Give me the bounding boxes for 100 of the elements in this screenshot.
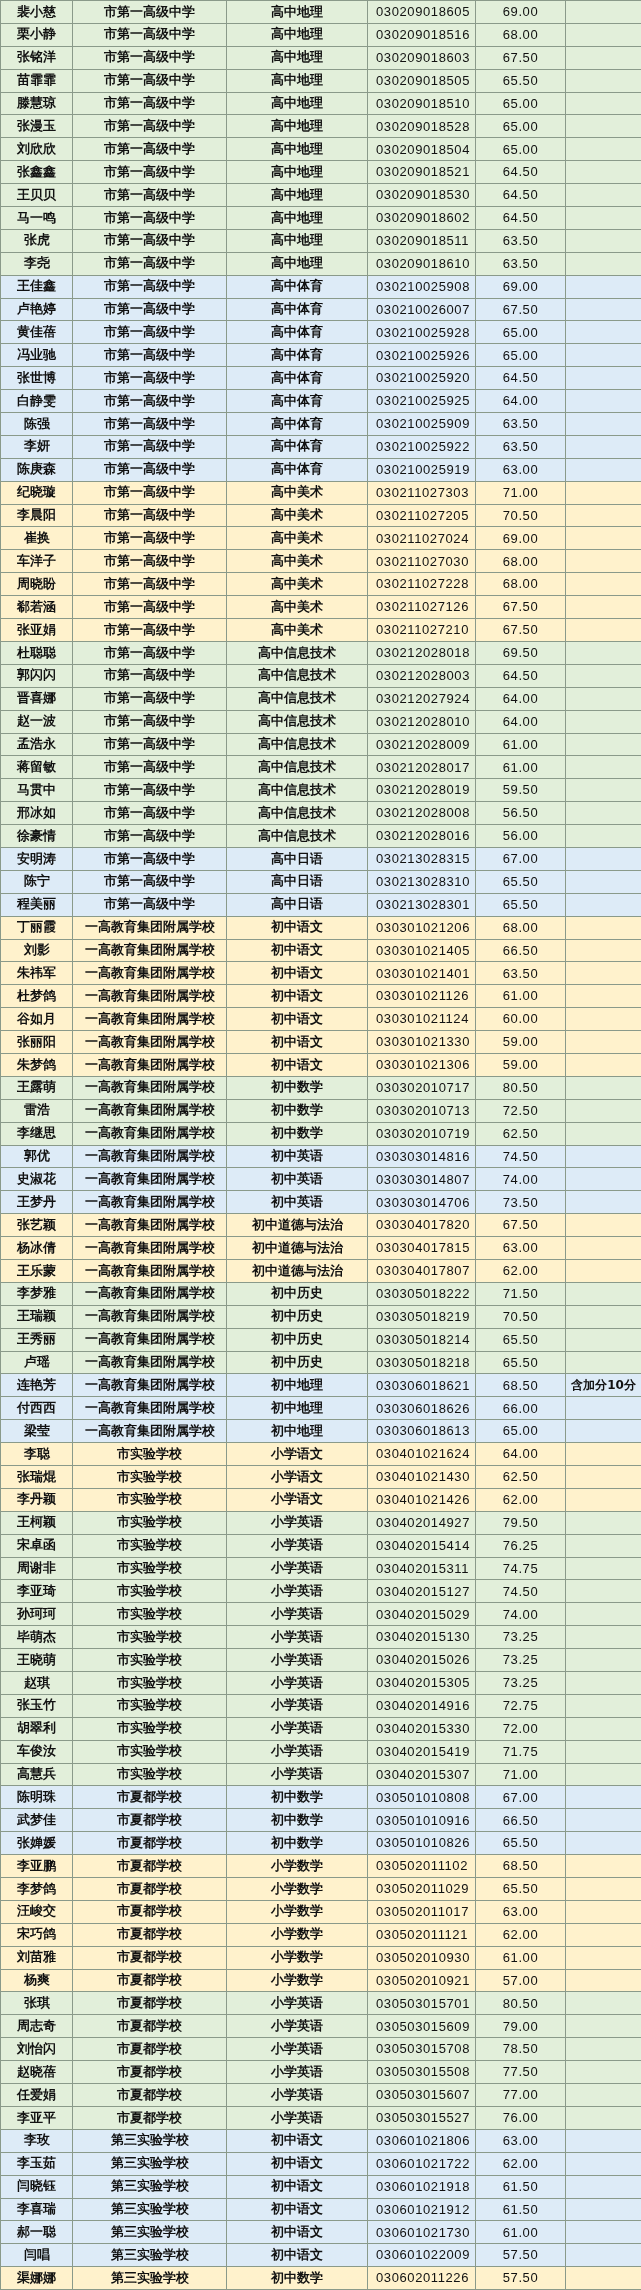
ticket-cell: 030211027210 [376,622,469,638]
school-cell: 市第一高级中学 [104,575,195,591]
ticket-cell: 030301021124 [376,1011,469,1027]
name-cell: 李聪 [23,1445,50,1461]
subject-cell: 小学英语 [271,1560,323,1576]
ticket-cell: 030213028310 [376,874,470,890]
score-cell: 62.00 [502,1927,539,1942]
school-cell: 一高教育集团附属学校 [84,1399,215,1415]
name-cell: 闫晓钰 [17,2178,56,2194]
school-cell: 市第一高级中学 [104,209,195,225]
ticket-cell: 030401021430 [376,1469,470,1485]
school-cell: 市第一高级中学 [104,118,195,133]
score-cell: 71.50 [502,1286,539,1302]
name-cell: 李梦雅 [17,1285,56,1301]
ticket-cell: 030401021426 [376,1492,470,1508]
subject-cell: 高中地理 [271,26,323,42]
score-cell: 65.50 [502,1835,539,1851]
school-cell: 市实验学校 [117,1766,182,1782]
subject-cell: 小学语文 [271,1445,323,1461]
score-cell: 66.00 [502,1400,539,1416]
school-cell: 第三实验学校 [110,2201,189,2217]
score-cell: 74.00 [502,1606,539,1622]
school-cell: 市第一高级中学 [104,667,195,683]
score-cell: 56.00 [502,828,539,844]
score-cell: 68.50 [502,1377,539,1393]
ticket-cell: 030304017815 [376,1240,470,1256]
subject-cell: 高中信息技术 [258,644,336,660]
subject-cell: 初中道德与法治 [251,1239,343,1255]
subject-cell: 小学英语 [271,1514,323,1530]
score-cell: 65.00 [502,347,539,363]
school-cell: 市实验学校 [117,1537,182,1553]
score-cell: 65.50 [502,874,539,890]
subject-cell: 高中美术 [271,575,323,591]
ticket-cell: 030211027205 [376,507,469,523]
school-cell: 市第一高级中学 [104,186,195,202]
subject-cell: 初中语文 [271,1056,323,1072]
school-cell: 市第一高级中学 [104,26,195,42]
school-cell: 市第一高级中学 [104,873,195,889]
school-cell: 一高教育集团附属学校 [84,1308,215,1324]
ticket-cell: 030402015330 [376,1721,470,1736]
ticket-cell: 030503015708 [376,2041,470,2057]
ticket-cell: 030502011121 [376,1927,469,1942]
subject-cell: 高中体育 [271,461,323,477]
ticket-cell: 030209018516 [376,27,470,43]
ticket-cell: 030503015508 [376,2064,470,2080]
name-cell: 李妍 [23,438,50,454]
name-cell: 张虎 [23,232,50,248]
name-cell: 郝一聪 [17,2223,56,2239]
score-cell: 59.00 [502,1057,539,1073]
subject-cell: 初中英语 [271,1171,323,1186]
ticket-cell: 030401021624 [376,1446,470,1462]
subject-cell: 高中信息技术 [258,713,336,729]
name-cell: 王贝贝 [17,186,56,202]
name-cell: 高慧兵 [17,1766,56,1782]
school-cell: 市夏都学校 [117,1880,182,1896]
school-cell: 市第一高级中学 [104,690,195,706]
subject-cell: 高中日语 [271,873,323,889]
name-cell: 晋喜娜 [17,690,56,706]
ticket-cell: 030303014807 [376,1171,470,1187]
subject-cell: 高中信息技术 [258,781,336,797]
score-cell: 63.50 [502,256,539,271]
subject-cell: 初中地理 [271,1377,323,1392]
school-cell: 第三实验学校 [110,2178,189,2194]
name-cell: 朱祎军 [17,964,56,980]
name-cell: 宋巧鸽 [17,1926,56,1942]
subject-cell: 初中数学 [271,1834,323,1850]
school-cell: 第三实验学校 [110,2223,189,2239]
school-cell: 市第一高级中学 [104,346,195,362]
ticket-cell: 030213028301 [376,896,470,912]
name-cell: 胡翠利 [17,1720,56,1736]
name-cell: 苗霏霏 [17,72,56,88]
name-cell: 黄佳蓓 [17,324,56,340]
ticket-cell: 030212028008 [376,805,470,821]
name-cell: 张瑞焜 [17,1468,56,1484]
name-cell: 赵晓蓓 [17,2063,56,2079]
subject-cell: 小学数学 [271,1857,323,1873]
school-cell: 市实验学校 [117,1720,182,1736]
ticket-cell: 030402015029 [376,1606,470,1622]
subject-cell: 高中体育 [271,369,323,385]
subject-cell: 初中英语 [271,1148,323,1164]
score-cell: 65.50 [502,1881,539,1897]
school-cell: 第三实验学校 [110,2269,189,2285]
name-cell: 孟浩永 [17,736,56,752]
name-cell: 李喜瑞 [17,2201,56,2217]
score-cell: 69.00 [502,4,539,20]
subject-cell: 小学英语 [271,1720,323,1736]
name-cell: 冯业驰 [17,346,56,362]
score-cell: 79.50 [502,1514,539,1530]
ticket-cell: 030209018521 [376,164,470,180]
ticket-cell: 030402015130 [376,1629,470,1645]
school-cell: 市实验学校 [117,1697,182,1713]
ticket-cell: 030301021405 [376,942,470,958]
ticket-cell: 030501010826 [376,1835,470,1851]
subject-cell: 小学英语 [271,1995,323,2011]
subject-cell: 小学数学 [271,1880,323,1896]
subject-cell: 初中地理 [271,1399,323,1415]
score-cell: 64.00 [502,393,539,409]
school-cell: 市实验学校 [117,1651,182,1667]
score-cell: 63.00 [502,462,539,477]
score-cell: 70.50 [502,1308,539,1324]
